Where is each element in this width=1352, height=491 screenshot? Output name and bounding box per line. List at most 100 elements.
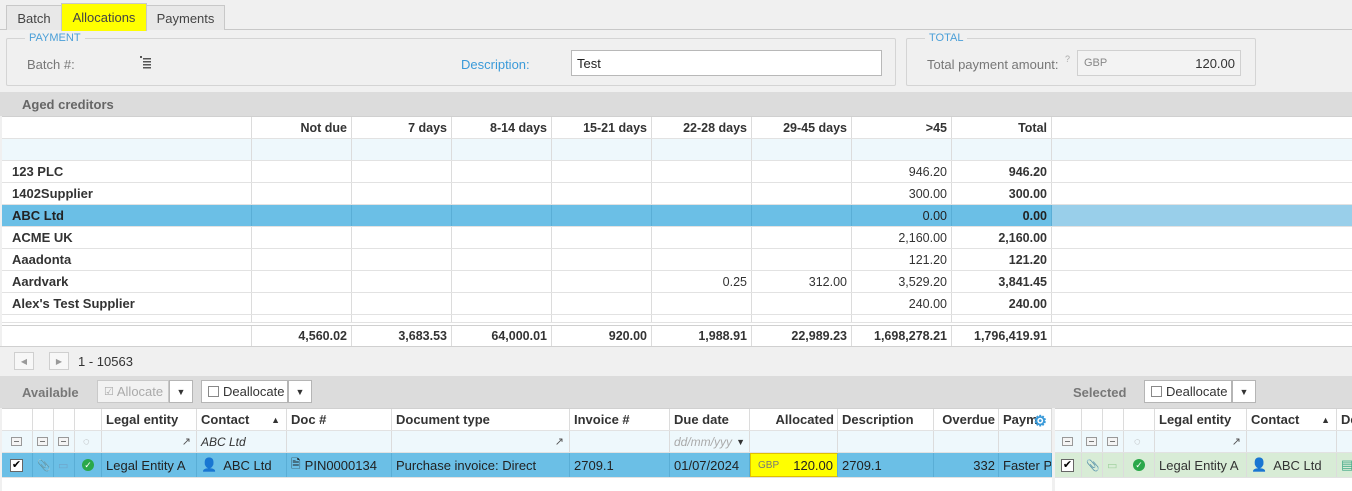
table-row[interactable]: Aaadonta 121.20 121.20	[2, 249, 1352, 271]
doc-cell[interactable]: 🗎 PIN0000134	[287, 453, 392, 477]
col-header-name[interactable]	[2, 117, 252, 138]
paperclip-icon[interactable]: 📎	[33, 453, 54, 477]
col-header-8-14-days[interactable]: 8-14 days	[452, 117, 552, 138]
check-icon[interactable]: ✔	[10, 458, 23, 472]
filter-cell[interactable]: ↗	[1155, 431, 1247, 452]
minus-box-icon[interactable]	[37, 437, 48, 446]
filter-cell[interactable]	[552, 139, 652, 160]
col-header-legal-entity[interactable]: Legal entity	[102, 409, 197, 430]
table-row[interactable]: 1402Supplier 300.00 300.00	[2, 183, 1352, 205]
batch-lookup-icon[interactable]	[140, 56, 152, 72]
filter-cell[interactable]	[1103, 431, 1124, 452]
minus-box-icon[interactable]	[11, 437, 22, 446]
minus-box-icon[interactable]	[58, 437, 69, 446]
due-date-filter-input[interactable]: dd/mm/yyy ▼	[670, 431, 750, 452]
dotted-circle-icon[interactable]: ◌	[1134, 436, 1141, 448]
description-input[interactable]: Test	[571, 50, 882, 76]
table-row[interactable]: ABC Ltd 0.00 0.00	[2, 205, 1352, 227]
col-header-15-21-days[interactable]: 15-21 days	[552, 117, 652, 138]
col-header-total[interactable]: Total	[952, 117, 1052, 138]
filter-cell[interactable]	[752, 139, 852, 160]
col-header-payment[interactable]: Paym ⚙	[999, 409, 1052, 430]
col-header-due-date[interactable]: Due date	[670, 409, 750, 430]
col-header-contact[interactable]: Contact ▲	[1247, 409, 1337, 430]
col-header-comment[interactable]	[1103, 409, 1124, 430]
filter-cell[interactable]	[352, 139, 452, 160]
col-header-allocated[interactable]: Allocated	[750, 409, 838, 430]
contact-filter-input[interactable]: ABC Ltd	[197, 431, 287, 452]
table-row[interactable]: ACME UK 2,160.00 2,160.00	[2, 227, 1352, 249]
minus-box-icon[interactable]	[1086, 437, 1097, 446]
allocate-dropdown-button[interactable]: ▼	[169, 380, 193, 403]
col-header-select[interactable]	[1055, 409, 1082, 430]
minus-box-icon[interactable]	[1107, 437, 1118, 446]
col-header-status[interactable]	[75, 409, 102, 430]
filter-cell[interactable]	[1337, 431, 1352, 452]
col-header-7-days[interactable]: 7 days	[352, 117, 452, 138]
col-header-over-45[interactable]: >45	[852, 117, 952, 138]
tab-payments[interactable]: Payments	[146, 5, 225, 30]
col-header-doc[interactable]: Doc #	[287, 409, 392, 430]
col-header-invoice[interactable]: Invoice #	[570, 409, 670, 430]
filter-cell[interactable]	[33, 431, 54, 452]
col-header-status[interactable]	[1124, 409, 1155, 430]
table-row[interactable]: ✔ 📎 ▭ ✓ Legal Entity A 👤 ABC Ltd ▤	[1055, 453, 1352, 478]
filter-cell[interactable]: ◌	[75, 431, 102, 452]
deallocate-button-selected[interactable]: Deallocate	[1144, 380, 1232, 403]
filter-cell[interactable]	[2, 431, 33, 452]
deallocate-dropdown-button-available[interactable]: ▼	[288, 380, 312, 403]
paperclip-icon[interactable]: 📎	[1082, 453, 1103, 477]
filter-cell[interactable]	[452, 139, 552, 160]
row-checkbox[interactable]: ✔	[1055, 453, 1082, 477]
col-header-comment[interactable]	[54, 409, 75, 430]
filter-cell[interactable]	[852, 139, 952, 160]
help-icon[interactable]: ?	[1065, 54, 1070, 64]
filter-cell[interactable]: ◌	[1124, 431, 1155, 452]
comment-icon[interactable]: ▭	[54, 453, 75, 477]
col-header-not-due[interactable]: Not due	[252, 117, 352, 138]
col-header-description[interactable]: De	[1337, 409, 1352, 430]
filter-cell[interactable]	[999, 431, 1052, 452]
col-header-contact[interactable]: Contact ▲	[197, 409, 287, 430]
col-header-document-type[interactable]: Document type	[392, 409, 570, 430]
next-page-button[interactable]: ▶	[49, 352, 69, 370]
filter-cell[interactable]	[1082, 431, 1103, 452]
table-row[interactable]: 123 PLC 946.20 946.20	[2, 161, 1352, 183]
comment-icon[interactable]: ▭	[1103, 453, 1124, 477]
filter-cell[interactable]	[652, 139, 752, 160]
allocated-amount-input[interactable]: GBP 120.00	[750, 453, 838, 477]
allocate-button[interactable]: ☑ Allocate	[97, 380, 169, 403]
tab-allocations[interactable]: Allocations	[61, 3, 147, 31]
row-checkbox[interactable]: ✔	[2, 453, 33, 477]
prev-page-button[interactable]: ◀	[14, 352, 34, 370]
chevron-down-icon[interactable]: ▼	[736, 437, 745, 447]
filter-cell[interactable]	[1055, 431, 1082, 452]
filter-cell[interactable]: ↗	[102, 431, 197, 452]
col-header-overdue[interactable]: Overdue	[934, 409, 999, 430]
col-header-29-45-days[interactable]: 29-45 days	[752, 117, 852, 138]
col-header-legal-entity[interactable]: Legal entity	[1155, 409, 1247, 430]
filter-cell[interactable]	[570, 431, 670, 452]
minus-box-icon[interactable]	[1062, 437, 1073, 446]
col-header-attach[interactable]	[1082, 409, 1103, 430]
filter-cell[interactable]	[1247, 431, 1337, 452]
deallocate-button-available[interactable]: Deallocate	[201, 380, 288, 403]
deallocate-dropdown-button-selected[interactable]: ▼	[1232, 380, 1256, 403]
filter-cell[interactable]	[287, 431, 392, 452]
table-row[interactable]: Aardvark 0.25 312.00 3,529.20 3,841.45	[2, 271, 1352, 293]
aged-filter-row[interactable]	[2, 139, 1352, 161]
col-header-22-28-days[interactable]: 22-28 days	[652, 117, 752, 138]
dotted-circle-icon[interactable]: ◌	[83, 436, 90, 448]
filter-cell[interactable]	[934, 431, 999, 452]
table-row[interactable]: ✔ 📎 ▭ ✓ Legal Entity A 👤 ABC Ltd 🗎 PIN0000…	[2, 453, 1052, 478]
col-header-select[interactable]	[2, 409, 33, 430]
col-header-description[interactable]: Description	[838, 409, 934, 430]
filter-cell[interactable]	[252, 139, 352, 160]
col-header-attach[interactable]	[33, 409, 54, 430]
filter-cell[interactable]	[952, 139, 1052, 160]
filter-cell[interactable]	[54, 431, 75, 452]
table-row[interactable]: Alex's Test Supplier 240.00 240.00	[2, 293, 1352, 315]
filter-cell[interactable]	[750, 431, 838, 452]
settings-gear-icon[interactable]: ⚙	[1034, 412, 1047, 430]
filter-cell[interactable]: ↗	[392, 431, 570, 452]
